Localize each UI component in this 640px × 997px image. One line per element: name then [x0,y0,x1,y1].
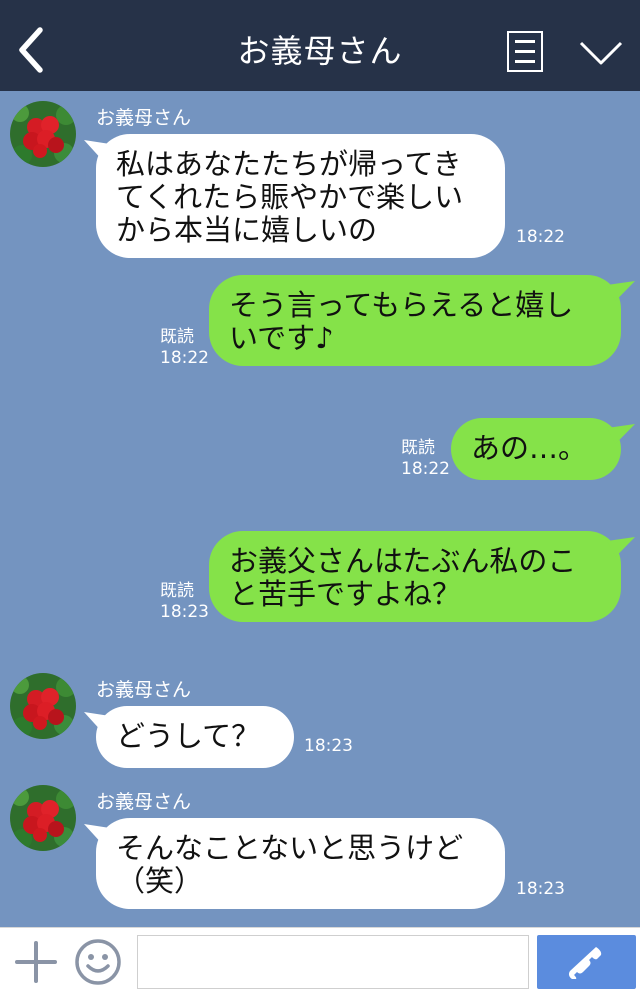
message-composer [0,927,640,997]
avatar[interactable] [10,673,76,739]
smiley-icon[interactable] [74,938,122,986]
message-bubble-incoming[interactable]: 私はあなたたちが帰ってき てくれたら賑やかで楽しい から本当に嬉しいの [96,134,505,258]
message-input[interactable] [137,935,529,989]
call-button[interactable] [537,935,636,989]
chevron-down-icon[interactable] [578,38,624,68]
sender-name: お義母さん [96,679,192,701]
message-bubble-outgoing[interactable]: お義父さんはたぶん私のこ と苦手ですよね？ [209,531,621,622]
chat-header: お義母さん [0,0,640,91]
read-receipt: 既読 18:22 [401,438,450,479]
sender-name: お義母さん [96,791,192,813]
message-bubble-outgoing[interactable]: あの…。 [451,418,621,480]
cherry-avatar-icon [10,785,76,851]
cherry-avatar-icon [10,673,76,739]
message-time: 18:23 [516,879,565,899]
message-bubble-incoming[interactable]: どうして？ [96,706,294,768]
message-list[interactable]: お義母さん 私はあなたたちが帰ってき てくれたら賑やかで楽しい から本当に嬉しい… [0,91,640,927]
avatar[interactable] [10,101,76,167]
cherry-avatar-icon [10,101,76,167]
message-bubble-outgoing[interactable]: そう言ってもらえると嬉し いです♪ [209,275,621,366]
message-time: 18:23 [304,736,353,756]
menu-icon[interactable] [507,31,543,72]
read-receipt: 既読 18:22 [160,327,209,368]
phone-icon [568,947,602,979]
sender-name: お義母さん [96,107,192,129]
chat-title: お義母さん [237,32,403,70]
read-receipt: 既読 18:23 [160,581,209,622]
message-bubble-incoming[interactable]: そんなことないと思うけど （笑） [96,818,505,909]
avatar[interactable] [10,785,76,851]
message-time: 18:22 [516,227,565,247]
plus-icon[interactable] [14,940,58,984]
